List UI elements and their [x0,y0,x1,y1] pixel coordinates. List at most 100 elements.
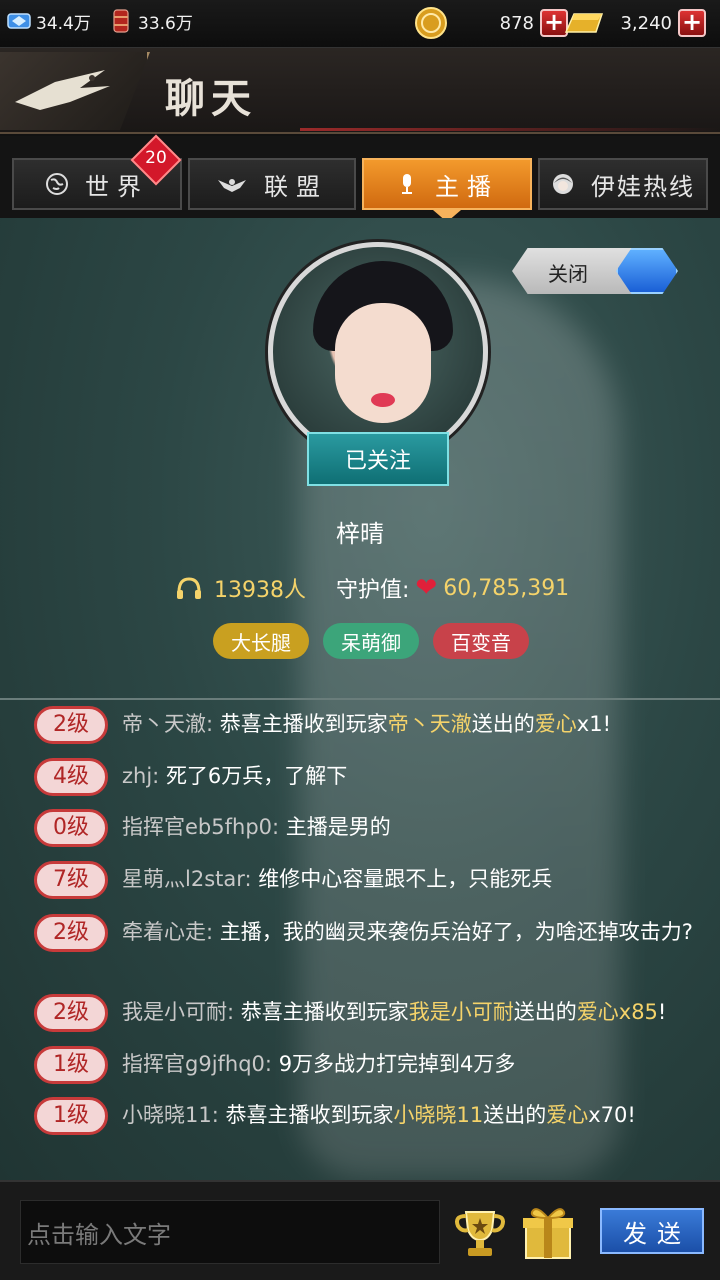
level-badge: 1级 [34,1046,108,1084]
message-username[interactable]: 指挥官g9jfhq0: [122,1052,272,1076]
message-body: 送出的 [483,1103,547,1127]
message-highlight: 爱心 [576,1000,619,1024]
message-body: 送出的 [513,1000,577,1024]
tab-alliance-label: 联盟 [264,172,328,201]
close-stream-toggle[interactable]: 关闭 [512,248,682,294]
follow-button[interactable]: 已关注 [307,432,449,486]
message-username[interactable]: zhj: [122,764,159,788]
tag-cute: 呆萌御 [323,623,419,659]
message-text: 我是小可耐: 恭喜主播收到玩家我是小可耐送出的爱心x85! [122,996,712,1028]
notification-badge-count: 20 [145,148,167,168]
message-body: 恭喜主播收到玩家 [240,1000,409,1024]
send-button[interactable]: 发送 [600,1208,704,1254]
page-title: 聊天 [165,76,257,122]
streamer-name: 梓晴 [336,520,384,548]
message-highlight: 帝丶天澈 [387,712,472,736]
guard-value: 60,785,391 [443,575,570,601]
tag-long-legs: 大长腿 [213,623,309,659]
streamer-tags: 大长腿 呆萌御 百变音 [213,623,543,659]
tab-streamer[interactable]: 主播 [362,158,532,210]
message-body: 恭喜主播收到玩家 [219,712,388,736]
message-text: 指挥官g9jfhq0: 9万多战力打完掉到4万多 [122,1048,712,1080]
message-body: 9万多战力打完掉到4万多 [278,1052,516,1076]
tag-voice: 百变音 [433,623,529,659]
add-gold-bar-button[interactable]: + [678,9,706,37]
gift-icon[interactable] [520,1204,576,1262]
eagle-icon [218,179,246,192]
message-body: ! [657,1000,667,1024]
message-username[interactable]: 指挥官eb5fhp0: [122,815,279,839]
message-username[interactable]: 牵着心走: [122,920,213,944]
message-body: 主播，我的幽灵来袭伤兵治好了，为啥还掉攻击力? [219,920,693,944]
message-text: 星萌灬l2star: 维修中心容量跟不上，只能死兵 [122,863,712,895]
message-body: 主播是男的 [285,815,391,839]
oil-value: 33.6万 [138,13,193,34]
diamond-value: 34.4万 [36,13,91,34]
message-highlight: 爱心 [546,1103,589,1127]
close-label: 关闭 [548,262,588,286]
message-text: 帝丶天澈: 恭喜主播收到玩家帝丶天澈送出的爱心x1! [122,708,712,740]
streamer-panel: 关闭 已关注 梓晴 13938人 守护值: ❤ 60,785,391 大长腿 呆… [0,218,720,1180]
globe-icon [46,173,68,195]
message-body: 恭喜主播收到玩家 [225,1103,394,1127]
message-highlight: 小晓晓11 [393,1103,484,1127]
gold-bar-icon [564,13,604,33]
oil-barrel-icon [113,9,129,33]
tab-eva-hotline[interactable]: 伊娃热线 [538,158,708,210]
message-highlight: 爱心 [534,712,577,736]
message-username[interactable]: 我是小可耐: [122,1000,234,1024]
gold-bar-resource: 3,240 + [562,6,706,40]
girl-icon [553,174,573,194]
chat-header: 聊天 [0,48,720,134]
tab-alliance[interactable]: 联盟 [188,158,356,210]
trophy-icon[interactable] [452,1206,508,1262]
tab-world-label: 世界 [85,172,149,201]
headphones-icon [177,577,201,599]
guard-value-label: 守护值: [336,578,410,603]
chat-input-bar: 点击输入文字 发送 [0,1180,720,1280]
message-text: 牵着心走: 主播，我的幽灵来袭伤兵治好了，为啥还掉攻击力? [122,916,712,948]
message-text: 小晓晓11: 恭喜主播收到玩家小晓晓11送出的爱心x70! [122,1099,712,1131]
listener-count: 13938人 [214,578,306,603]
level-badge: 2级 [34,914,108,952]
tab-eva-hotline-label: 伊娃热线 [591,172,695,201]
message-body: 维修中心容量跟不上，只能死兵 [258,867,553,891]
level-badge: 7级 [34,861,108,899]
level-badge: 4级 [34,758,108,796]
diamond-icon [7,13,31,29]
level-badge: 1级 [34,1097,108,1135]
message-body: x70 [588,1103,628,1127]
gold-coin-icon [415,7,447,39]
eagle-emblem-icon [15,70,110,110]
back-button[interactable] [0,52,150,130]
gold-coin-resource: 878 + [414,6,568,40]
message-body: 送出的 [471,712,535,736]
channel-tabs: 世界 联盟 主播 伊娃热线 20 [0,134,720,222]
message-highlight: 我是小可耐 [408,1000,514,1024]
message-body: 死了6万兵，了解下 [165,764,348,788]
message-username[interactable]: 小晓晓11: [122,1103,219,1127]
header-divider [300,128,720,131]
diamond-resource: 34.4万 [6,8,91,34]
level-badge: 0级 [34,809,108,847]
message-text: 指挥官eb5fhp0: 主播是男的 [122,811,712,843]
tab-streamer-label: 主播 [435,172,499,201]
gold-coin-value: 878 [499,12,534,34]
message-text: zhj: 死了6万兵，了解下 [122,760,712,792]
message-body: ! [602,712,611,736]
heart-icon: ❤ [415,573,438,603]
chat-input[interactable]: 点击输入文字 [20,1200,440,1264]
message-highlight: x85 [618,1000,658,1024]
message-username[interactable]: 帝丶天澈: [122,712,213,736]
streamer-avatar[interactable] [268,242,488,462]
oil-resource: 33.6万 [108,8,193,34]
message-body: ! [627,1103,636,1127]
microphone-icon [402,174,412,194]
avatar-lips [371,393,395,407]
chat-divider [0,698,720,700]
streamer-stats: 13938人 守护值: ❤ 60,785,391 [176,572,569,604]
message-body: x1 [576,712,603,736]
message-username[interactable]: 星萌灬l2star: [122,867,252,891]
gold-bar-value: 3,240 [620,12,672,34]
level-badge: 2级 [34,994,108,1032]
